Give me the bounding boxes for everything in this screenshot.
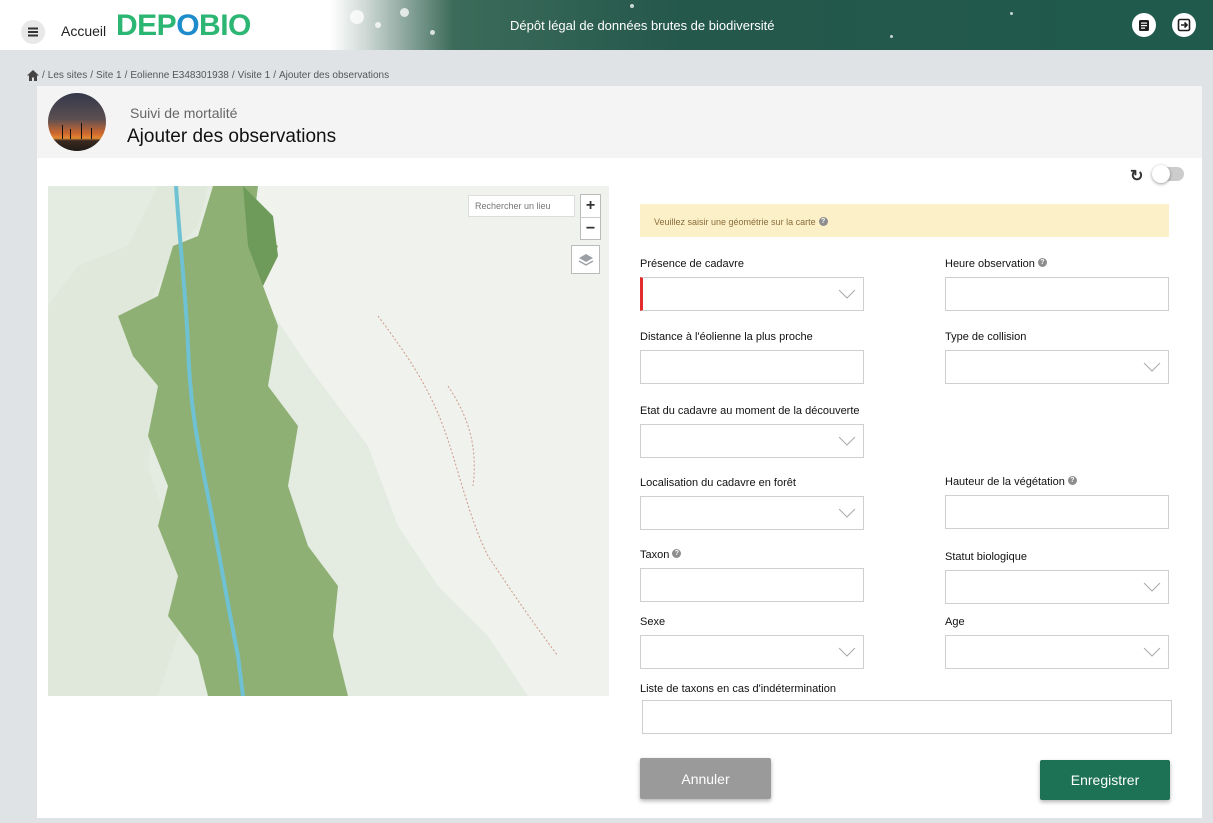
menu-icon [28, 31, 38, 33]
label-sexe: Sexe [640, 616, 666, 628]
chevron-down-icon [831, 497, 863, 529]
label-statut: Statut biologique [945, 551, 1027, 563]
menu-button[interactable] [21, 20, 45, 44]
geometry-alert: Veuillez saisir une géométrie sur la car… [640, 204, 1169, 237]
top-header: Accueil DEPOBIO Dépôt légal de données b… [0, 0, 1213, 50]
label-etat: Etat du cadavre au moment de la découver… [640, 405, 860, 417]
map-search-input[interactable] [468, 195, 575, 217]
chevron-down-icon [1136, 636, 1168, 668]
collision-select[interactable] [945, 350, 1169, 384]
taxon-input[interactable] [640, 568, 864, 602]
toggle-switch[interactable] [1152, 165, 1184, 183]
map[interactable] [48, 186, 609, 696]
label-heure: Heure observation? [945, 258, 1047, 270]
map-terrain [48, 186, 609, 696]
map-zoom-control: + − [580, 194, 601, 240]
layers-button[interactable] [571, 245, 600, 274]
chevron-down-icon [1136, 571, 1168, 603]
chevron-down-icon [831, 636, 863, 668]
localisation-select[interactable] [640, 496, 864, 530]
logout-icon [1177, 18, 1191, 32]
label-taxon: Taxon? [640, 549, 682, 561]
label-localisation: Localisation du cadavre en forêt [640, 477, 796, 489]
cancel-button[interactable]: Annuler [640, 758, 771, 799]
help-icon[interactable]: ? [672, 549, 682, 558]
layers-icon [578, 253, 593, 266]
breadcrumb-item[interactable]: Visite 1 [238, 70, 271, 81]
statut-select[interactable] [945, 570, 1169, 604]
label-liste-taxons: Liste de taxons en cas d'indétermination [640, 683, 836, 695]
age-select[interactable] [945, 635, 1169, 669]
help-icon[interactable]: ? [1067, 476, 1077, 485]
refresh-icon[interactable]: ↻ [1130, 166, 1143, 186]
title-panel: Suivi de mortalité Ajouter des observati… [37, 86, 1202, 158]
chevron-down-icon [831, 278, 863, 310]
home-icon[interactable] [27, 70, 39, 81]
logout-button[interactable] [1172, 13, 1196, 37]
label-age: Age [945, 616, 965, 628]
breadcrumb-current: Ajouter des observations [279, 70, 390, 81]
app-logo[interactable]: DEPOBIO [116, 9, 251, 43]
chevron-down-icon [1136, 351, 1168, 383]
label-hauteur: Hauteur de la végétation? [945, 476, 1077, 488]
zoom-out-button[interactable]: − [581, 217, 600, 239]
zoom-in-button[interactable]: + [581, 195, 600, 217]
breadcrumb-item[interactable]: Les sites [48, 70, 87, 81]
document-icon [1139, 20, 1149, 31]
home-link[interactable]: Accueil [61, 23, 106, 39]
liste-taxons-input[interactable] [642, 700, 1172, 734]
breadcrumb-item[interactable]: Site 1 [96, 70, 122, 81]
heure-input[interactable] [945, 277, 1169, 311]
breadcrumb: / Les sites / Site 1 /Eolienne E348301938 … [27, 70, 389, 81]
presence-select[interactable] [640, 277, 864, 311]
site-title: Dépôt légal de données brutes de biodive… [510, 18, 775, 33]
label-presence: Présence de cadavre [640, 258, 744, 270]
breadcrumb-item[interactable]: Eolienne E348301938 [130, 70, 228, 81]
chevron-down-icon [831, 425, 863, 457]
sexe-select[interactable] [640, 635, 864, 669]
etat-select[interactable] [640, 424, 864, 458]
help-icon[interactable]: ? [818, 217, 828, 226]
avatar [48, 93, 106, 151]
page-subtitle: Suivi de mortalité [130, 105, 238, 121]
label-collision: Type de collision [945, 331, 1027, 343]
documents-button[interactable] [1132, 13, 1156, 37]
label-distance: Distance à l'éolienne la plus proche [640, 331, 813, 343]
distance-input[interactable] [640, 350, 864, 384]
save-button[interactable]: Enregistrer [1040, 760, 1170, 800]
hauteur-input[interactable] [945, 495, 1169, 529]
help-icon[interactable]: ? [1037, 258, 1047, 267]
page-title: Ajouter des observations [127, 126, 337, 147]
